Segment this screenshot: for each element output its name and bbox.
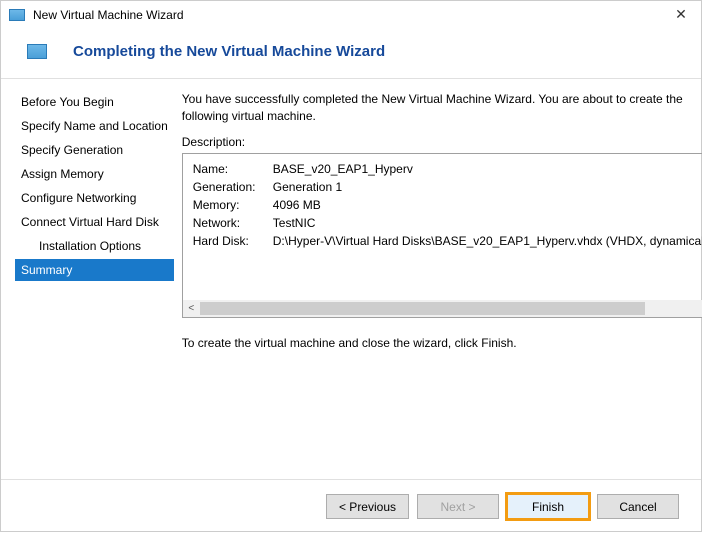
sidebar-item-installation-options[interactable]: Installation Options (15, 235, 174, 257)
sidebar-item-summary[interactable]: Summary (15, 259, 174, 281)
summary-row-name: Name: BASE_v20_EAP1_Hyperv (193, 160, 702, 178)
page-heading: Completing the New Virtual Machine Wizar… (73, 43, 385, 60)
sidebar-item-specify-generation[interactable]: Specify Generation (15, 139, 174, 161)
summary-val-network: TestNIC (273, 214, 316, 232)
summary-key-harddisk: Hard Disk: (193, 232, 273, 250)
summary-key-network: Network: (193, 214, 273, 232)
horizontal-scrollbar[interactable]: < > (183, 300, 702, 317)
summary-val-generation: Generation 1 (273, 178, 342, 196)
wizard-header: Completing the New Virtual Machine Wizar… (1, 29, 701, 79)
summary-key-name: Name: (193, 160, 273, 178)
next-button: Next > (417, 494, 499, 519)
finish-button[interactable]: Finish (507, 494, 589, 519)
wizard-footer: < Previous Next > Finish Cancel (1, 479, 701, 533)
summary-content: Name: BASE_v20_EAP1_Hyperv Generation: G… (183, 154, 702, 256)
sidebar-item-configure-networking[interactable]: Configure Networking (15, 187, 174, 209)
sidebar-item-assign-memory[interactable]: Assign Memory (15, 163, 174, 185)
summary-val-name: BASE_v20_EAP1_Hyperv (273, 160, 413, 178)
scroll-left-icon[interactable]: < (183, 300, 200, 317)
sidebar-item-before-you-begin[interactable]: Before You Begin (15, 91, 174, 113)
sidebar-item-connect-vhd[interactable]: Connect Virtual Hard Disk (15, 211, 174, 233)
previous-button[interactable]: < Previous (326, 494, 409, 519)
app-icon (9, 9, 25, 21)
wizard-main: You have successfully completed the New … (174, 79, 702, 479)
summary-row-memory: Memory: 4096 MB (193, 196, 702, 214)
close-icon[interactable]: ✕ (669, 3, 693, 27)
summary-key-memory: Memory: (193, 196, 273, 214)
summary-val-memory: 4096 MB (273, 196, 321, 214)
description-label: Description: (182, 135, 702, 149)
scroll-track[interactable] (200, 300, 702, 317)
intro-text: You have successfully completed the New … (182, 91, 702, 125)
summary-val-harddisk: D:\Hyper-V\Virtual Hard Disks\BASE_v20_E… (273, 232, 702, 250)
wizard-sidebar: Before You Begin Specify Name and Locati… (1, 79, 174, 479)
window-title: New Virtual Machine Wizard (33, 8, 669, 22)
summary-row-network: Network: TestNIC (193, 214, 702, 232)
summary-key-generation: Generation: (193, 178, 273, 196)
finish-instruction: To create the virtual machine and close … (182, 336, 702, 350)
cancel-button[interactable]: Cancel (597, 494, 679, 519)
title-bar: New Virtual Machine Wizard ✕ (1, 1, 701, 29)
wizard-body: Before You Begin Specify Name and Locati… (1, 79, 701, 479)
summary-row-harddisk: Hard Disk: D:\Hyper-V\Virtual Hard Disks… (193, 232, 702, 250)
summary-row-generation: Generation: Generation 1 (193, 178, 702, 196)
summary-box: Name: BASE_v20_EAP1_Hyperv Generation: G… (182, 153, 702, 318)
sidebar-item-specify-name[interactable]: Specify Name and Location (15, 115, 174, 137)
wizard-icon (27, 44, 47, 59)
scroll-thumb[interactable] (200, 302, 645, 315)
